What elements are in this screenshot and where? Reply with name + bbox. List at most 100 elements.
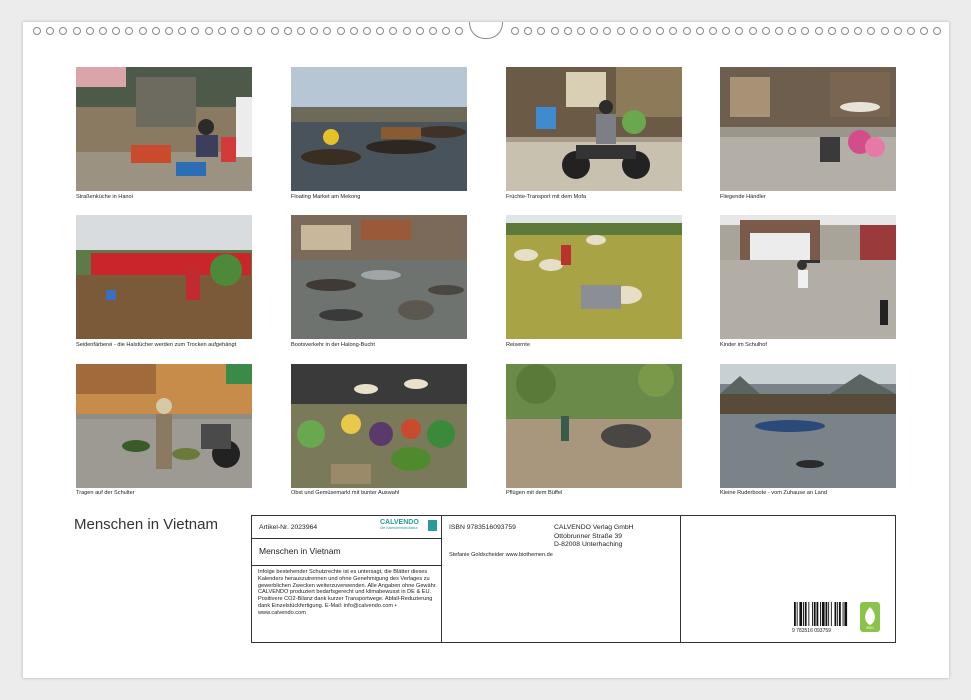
photo-shoulder-carrying xyxy=(76,364,252,488)
photo-silk-dyeing xyxy=(76,215,252,339)
caption-12: Kleine Ruderboote - vom Zuhause an Land xyxy=(720,490,827,496)
binding-ring xyxy=(682,27,691,35)
binding-ring xyxy=(695,27,704,35)
binding-ring xyxy=(442,27,451,35)
barcode-bar xyxy=(816,602,819,626)
barcode-bar xyxy=(812,602,813,626)
binding-ring xyxy=(537,27,546,35)
binding-ring xyxy=(46,27,55,35)
binding-ring xyxy=(376,27,385,35)
binding-ring xyxy=(363,27,371,35)
binding-ring xyxy=(656,27,665,35)
binding-ring xyxy=(590,27,599,35)
binding-ring xyxy=(907,27,915,35)
binding-ring xyxy=(244,27,253,35)
caption-11: Pflügen mit dem Büffel xyxy=(506,490,563,496)
binding-ring xyxy=(920,27,929,35)
binding-ring xyxy=(72,27,81,35)
article-number: Artikel-Nr. 2023964 xyxy=(259,524,318,531)
binding-ring xyxy=(99,27,107,35)
author: Stefanie Goldscheider www.biothemen.de xyxy=(449,552,553,558)
binding-ring xyxy=(577,27,585,35)
calendar-title: Menschen in Vietnam xyxy=(74,516,218,533)
binding-ring xyxy=(643,27,651,35)
barcode-bar xyxy=(808,602,810,626)
binding-ring xyxy=(125,27,134,35)
binding-ring xyxy=(455,27,464,35)
barcode-bar xyxy=(828,602,830,626)
binding-ring xyxy=(854,27,863,35)
binding-ring xyxy=(349,27,358,35)
binding-ring xyxy=(231,27,239,35)
eco-leaf-icon: eco xyxy=(860,602,880,632)
binding-ring xyxy=(775,27,783,35)
binding-ring xyxy=(283,27,292,35)
binding-ring xyxy=(297,27,305,35)
binding-ring xyxy=(880,27,889,35)
binding-ring xyxy=(722,27,731,35)
info-middle: ISBN 9783516093759 CALVENDO Verlag GmbH … xyxy=(442,516,681,642)
binding-ring xyxy=(112,27,121,35)
binding-ring xyxy=(893,27,902,35)
binding-ring xyxy=(191,27,200,35)
photo-rowing-boats xyxy=(720,364,896,488)
barcode-bar xyxy=(820,602,821,626)
binding-ring xyxy=(550,27,559,35)
legal-text: Infolge bestehender Schutzrechte ist es … xyxy=(258,569,437,616)
caption-1: Straßenküche in Hanoi xyxy=(76,194,133,200)
binding-ring xyxy=(788,27,797,35)
caption-4: Fliegende Händler xyxy=(720,194,766,200)
binding-ring xyxy=(524,27,533,35)
caption-5: Seidenfärberei - die Halstücher werden z… xyxy=(76,342,237,348)
binding-ring xyxy=(415,27,424,35)
binding-ring xyxy=(709,27,717,35)
binding-ring xyxy=(204,27,213,35)
info-name-row: Menschen in Vietnam xyxy=(252,538,441,566)
binding-ring xyxy=(33,27,41,35)
binding-ring xyxy=(178,27,187,35)
caption-7: Reisernte xyxy=(506,342,530,348)
photo-vegetable-market xyxy=(291,364,467,488)
barcode-bar xyxy=(842,602,844,626)
binding-ring xyxy=(402,27,411,35)
calvendo-logo: CALVENDO Die Kalendermanufaktur xyxy=(380,519,419,530)
calvendo-mark-icon xyxy=(428,520,437,531)
binding-ring xyxy=(323,27,332,35)
barcode-bar xyxy=(813,602,816,626)
photo-street-kitchen xyxy=(76,67,252,191)
binding-ring xyxy=(138,27,147,35)
barcode-bar xyxy=(844,602,848,626)
binding-ring xyxy=(933,27,942,35)
photo-schoolyard xyxy=(720,215,896,339)
barcode-bar xyxy=(825,602,828,626)
binding-ring xyxy=(257,27,266,35)
binding-ring xyxy=(867,27,876,35)
binding-ring xyxy=(563,27,572,35)
caption-10: Obst und Gemüsemarkt mit bunter Auswahl xyxy=(291,490,400,496)
binding-ring xyxy=(814,27,823,35)
binding-ring xyxy=(85,27,94,35)
barcode-bar xyxy=(821,602,825,626)
isbn: ISBN 9783516093759 xyxy=(449,524,516,531)
info-right: 9 783516 093759 eco xyxy=(682,516,895,642)
barcode-bar xyxy=(796,602,798,626)
photo-street-vendors xyxy=(720,67,896,191)
caption-3: Früchte-Transport mit dem Mofa xyxy=(506,194,586,200)
binding-ring xyxy=(735,27,744,35)
binding-ring xyxy=(389,27,398,35)
binding-ring xyxy=(310,27,319,35)
binding-ring xyxy=(270,27,279,35)
binding-ring xyxy=(165,27,173,35)
barcode-bar xyxy=(830,602,832,626)
caption-2: Floating Market am Mekong xyxy=(291,194,361,200)
binding-ring xyxy=(748,27,757,35)
binding-ring xyxy=(217,27,226,35)
binding-ring xyxy=(429,27,437,35)
barcode-bar xyxy=(837,602,839,626)
binding-ring xyxy=(669,27,678,35)
info-box: Artikel-Nr. 2023964 CALVENDO Die Kalende… xyxy=(251,515,896,643)
binding-ring xyxy=(827,27,836,35)
calendar-name: Menschen in Vietnam xyxy=(259,546,341,556)
binding-ring xyxy=(841,27,849,35)
photo-rice-harvest xyxy=(506,215,682,339)
